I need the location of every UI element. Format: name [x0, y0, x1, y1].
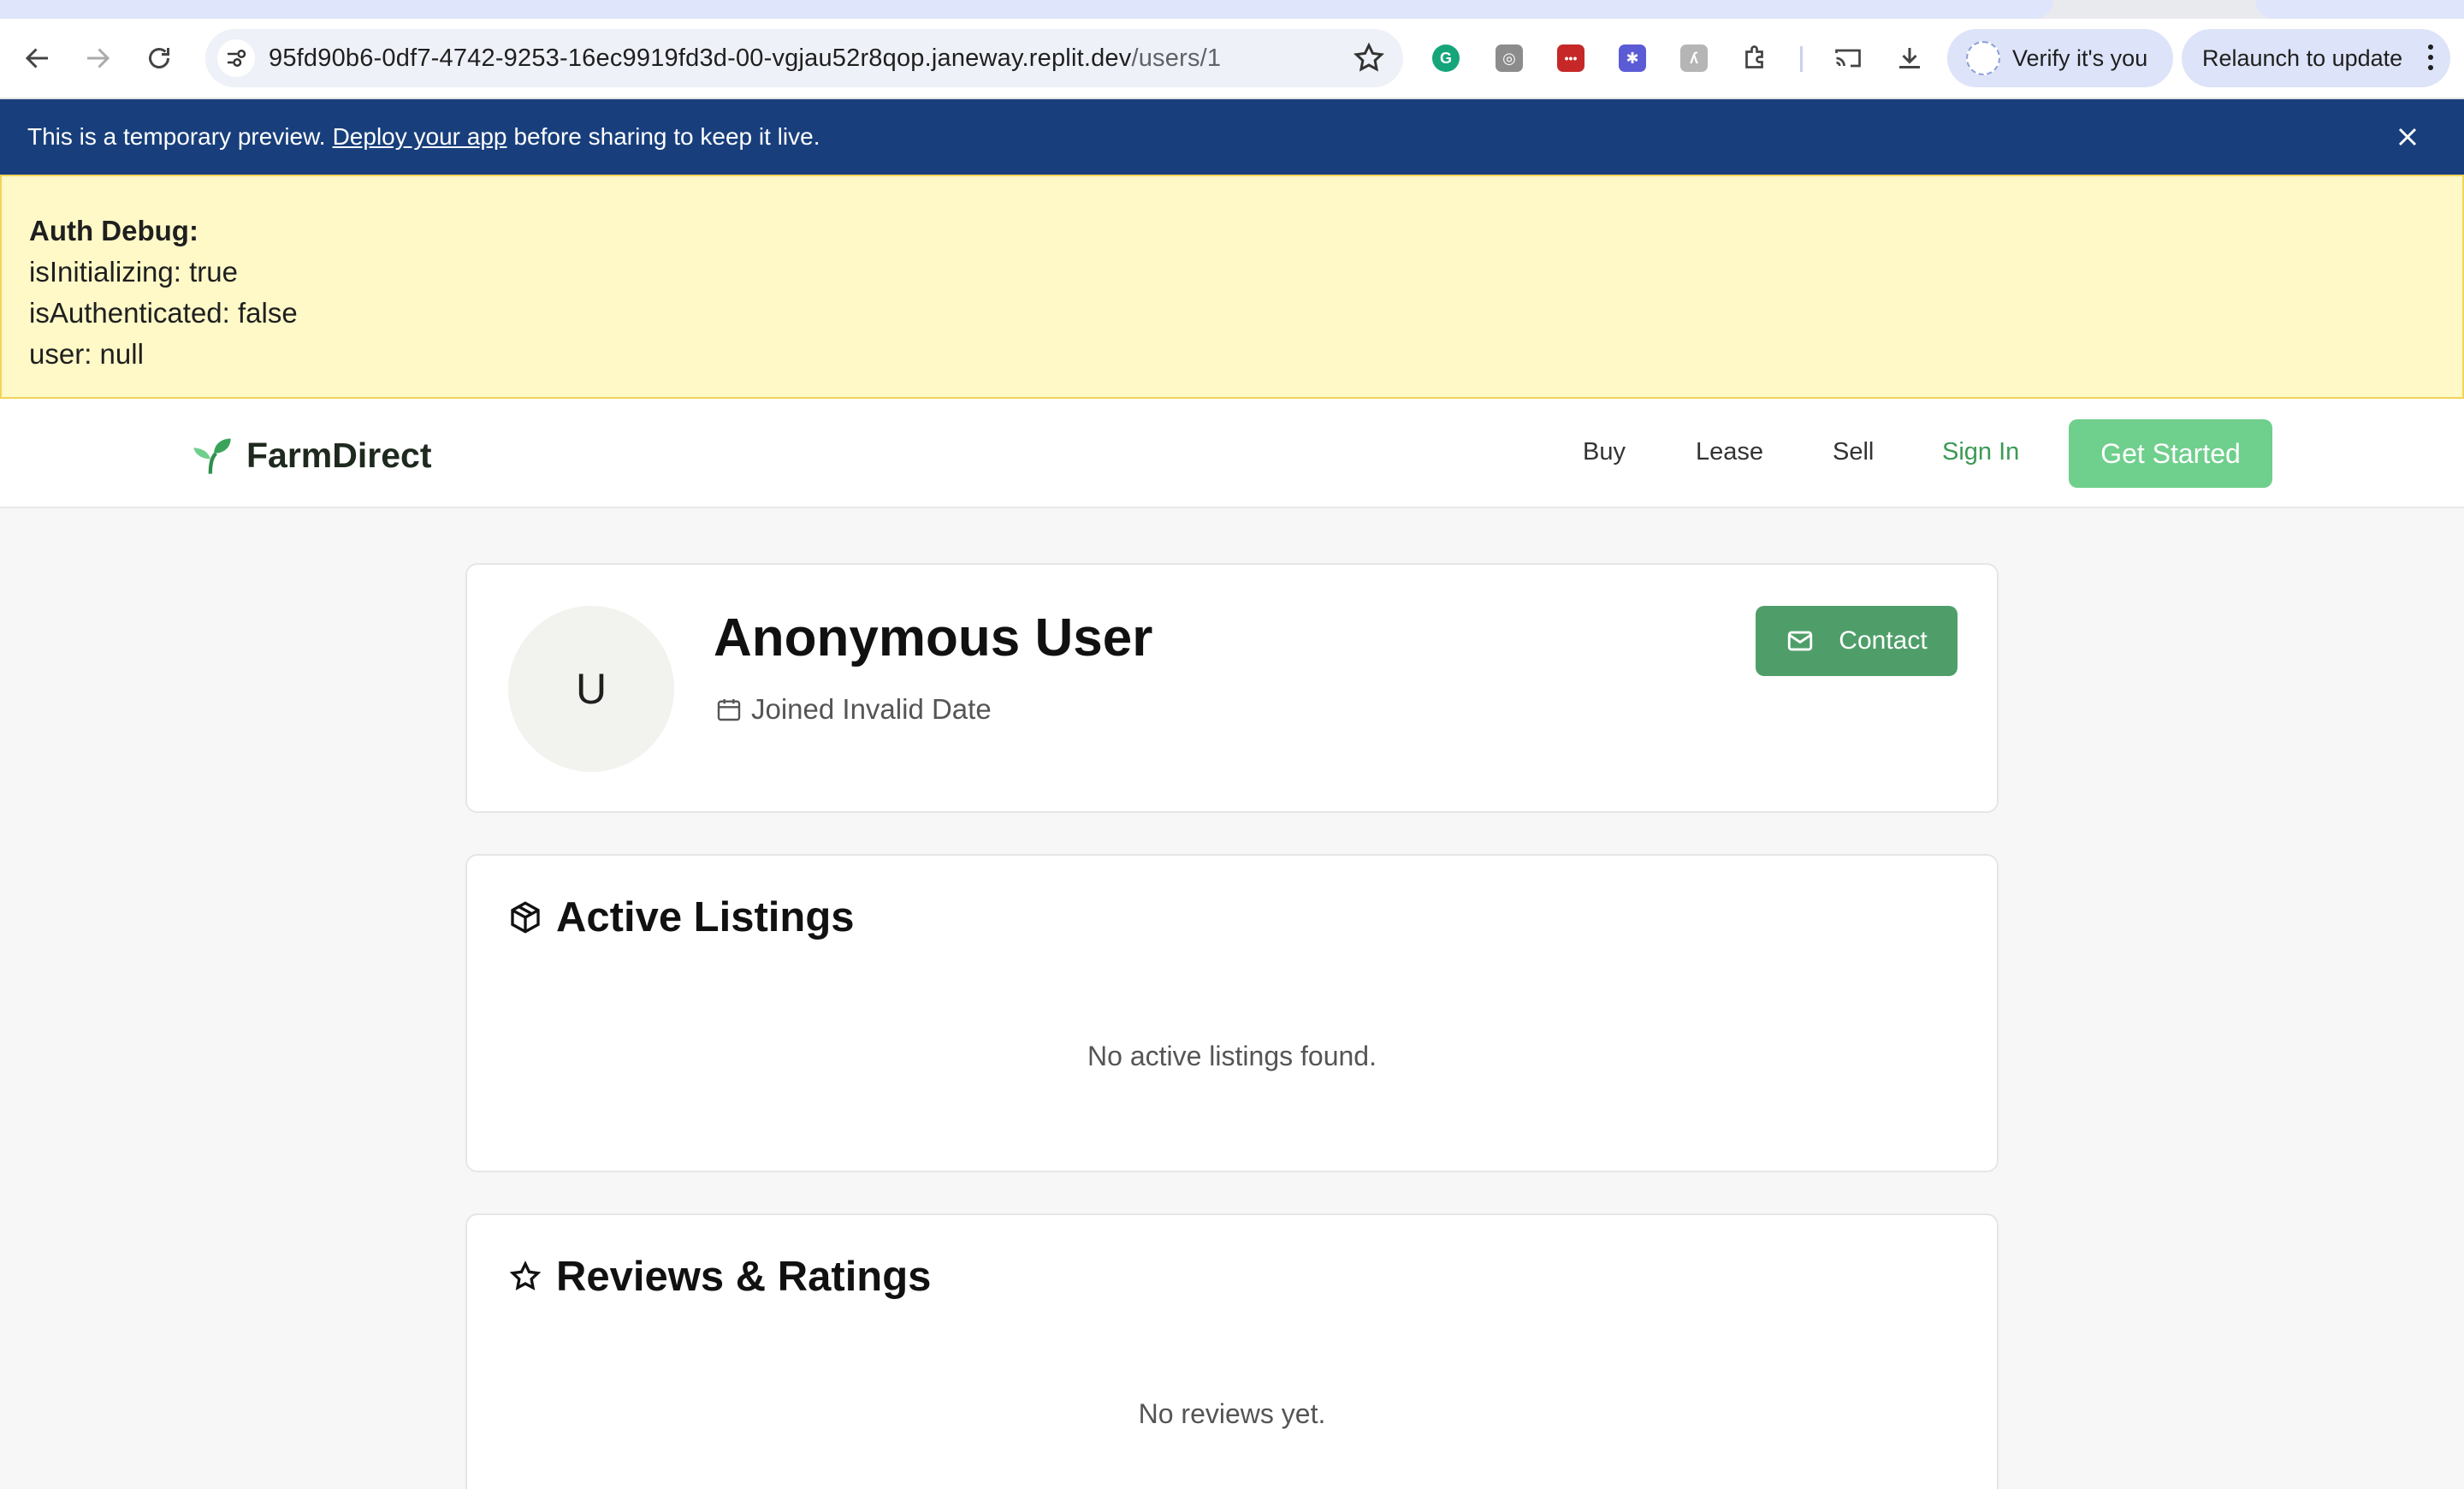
preview-banner: This is a temporary preview. Deploy your…	[0, 99, 2464, 175]
extension-icon[interactable]: ◎	[1492, 41, 1526, 75]
address-bar[interactable]: 95fd90b6-0df7-4742-9253-16ec9919fd3d-00-…	[205, 29, 1403, 87]
grammarly-extension-icon[interactable]: G	[1429, 41, 1463, 75]
extension-icon[interactable]: ✱	[1615, 41, 1650, 75]
forward-button[interactable]	[79, 39, 116, 77]
reviews-card: Reviews & Ratings No reviews yet.	[465, 1213, 1999, 1489]
back-arrow-icon	[25, 48, 48, 68]
nav-buy[interactable]: Buy	[1583, 438, 1626, 466]
reload-icon	[149, 48, 169, 68]
extension-glyph: G	[1432, 44, 1460, 72]
bookmark-star-icon[interactable]	[1352, 41, 1386, 75]
extension-glyph: ʎ	[1680, 44, 1708, 72]
joined-text: Joined Invalid Date	[751, 693, 992, 725]
section-title: Reviews & Ratings	[508, 1253, 931, 1301]
browser-toolbar: 95fd90b6-0df7-4742-9253-16ec9919fd3d-00-…	[0, 19, 2464, 99]
download-icon[interactable]	[1892, 41, 1927, 75]
extension-glyph: ✱	[1619, 44, 1646, 72]
sprout-icon	[193, 438, 231, 474]
nav-lease[interactable]: Lease	[1696, 438, 1763, 466]
forward-arrow-icon	[87, 48, 110, 68]
cast-icon[interactable]	[1831, 41, 1865, 75]
download-glyph-icon	[1899, 48, 1920, 68]
verify-label: Verify it's you	[2012, 44, 2148, 71]
app-header: FarmDirect Buy Lease Sell Sign In Get St…	[0, 399, 2464, 508]
active-listings-card: Active Listings No active listings found…	[465, 854, 1999, 1172]
profile-card: U Anonymous User Joined Invalid Date Con…	[465, 563, 1999, 813]
debug-line: isInitializing: true	[29, 256, 238, 288]
debug-line: user: null	[29, 338, 144, 370]
url-text[interactable]: 95fd90b6-0df7-4742-9253-16ec9919fd3d-00-…	[269, 44, 1221, 73]
verify-identity-button[interactable]: Verify it's you	[1947, 29, 2173, 87]
puzzle-icon	[1745, 45, 1763, 68]
banner-prefix: This is a temporary preview.	[27, 123, 326, 150]
deploy-link[interactable]: Deploy your app	[333, 123, 507, 151]
contact-label: Contact	[1839, 626, 1928, 655]
close-icon[interactable]	[2392, 122, 2423, 152]
sign-in-link[interactable]: Sign In	[1942, 438, 2019, 466]
calendar-icon	[717, 699, 741, 721]
mail-icon	[1788, 631, 1813, 651]
nav-sell[interactable]: Sell	[1833, 438, 1874, 466]
tab-strip	[0, 0, 2464, 19]
relaunch-label: Relaunch to update	[2202, 44, 2403, 71]
cast-glyph-icon	[1835, 49, 1861, 68]
listings-title: Active Listings	[556, 894, 855, 940]
active-tab[interactable]	[0, 0, 2053, 19]
package-icon	[511, 901, 540, 934]
brand-name: FarmDirect	[246, 435, 432, 475]
extension-glyph: ◎	[1496, 44, 1523, 72]
url-path: /users/1	[1131, 44, 1222, 72]
section-title: Active Listings	[508, 893, 855, 941]
toolbar-divider	[1800, 46, 1803, 72]
user-name: Anonymous User	[714, 608, 1153, 667]
get-started-button[interactable]: Get Started	[2069, 419, 2272, 488]
listings-empty-message: No active listings found.	[1087, 1041, 1377, 1071]
avatar: U	[508, 606, 674, 772]
banner-suffix: before sharing to keep it live.	[513, 123, 820, 150]
extension-glyph: •••	[1557, 44, 1584, 72]
auth-debug-panel: Auth Debug: isInitializing: true isAuthe…	[0, 175, 2464, 399]
logo-link[interactable]: FarmDirect	[190, 433, 431, 478]
more-menu-icon[interactable]	[2426, 44, 2435, 74]
debug-title: Auth Debug:	[29, 215, 198, 246]
url-host: 95fd90b6-0df7-4742-9253-16ec9919fd3d-00-…	[269, 44, 1132, 72]
inactive-tab[interactable]	[2255, 0, 2464, 19]
password-extension-icon[interactable]: •••	[1554, 41, 1588, 75]
extension-icon[interactable]: ʎ	[1677, 41, 1711, 75]
account-avatar-icon	[1966, 41, 2000, 75]
joined-date: Joined Invalid Date	[715, 693, 992, 726]
star-icon	[509, 1261, 542, 1290]
reviews-empty-message: No reviews yet.	[1138, 1398, 1326, 1429]
reviews-title: Reviews & Ratings	[556, 1254, 932, 1300]
relaunch-button[interactable]: Relaunch to update	[2182, 29, 2450, 87]
back-button[interactable]	[19, 39, 56, 77]
reload-button[interactable]	[140, 39, 178, 77]
contact-button[interactable]: Contact	[1756, 606, 1958, 676]
debug-line: isAuthenticated: false	[29, 297, 298, 329]
tune-icon	[228, 50, 246, 67]
site-info-button[interactable]	[217, 39, 255, 77]
extensions-puzzle-icon[interactable]	[1738, 41, 1773, 75]
